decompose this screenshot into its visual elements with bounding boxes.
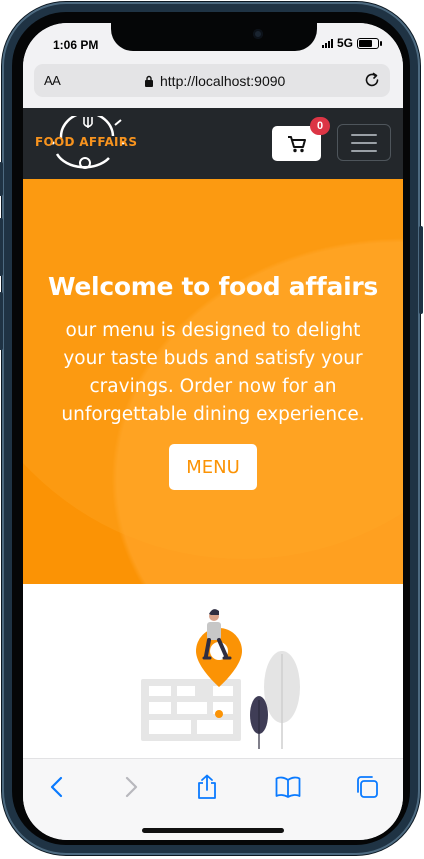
location-illustration [141,609,300,749]
share-button[interactable] [193,773,221,801]
cart-icon [287,135,306,152]
network-label: 5G [336,36,353,50]
volume-down-button [0,292,3,350]
hero-title: Welcome to food affairs [48,272,378,301]
hero-section: Welcome to food affairs our menu is desi… [23,179,403,584]
power-button [419,226,423,314]
hero-subtitle: our menu is designed to delight your tas… [61,320,365,425]
hamburger-icon [351,134,377,136]
home-indicator [142,828,284,833]
mute-switch [0,162,3,196]
brand-name: FOOD AFFAIRS [35,135,138,149]
reload-icon[interactable] [362,70,382,90]
back-icon [50,776,63,798]
status-network-group: 5G [321,36,382,50]
tabs-button[interactable] [353,773,381,801]
bookmarks-button[interactable] [274,773,302,801]
notch [111,23,317,51]
reader-options-button[interactable]: AA [44,73,61,88]
url-text: http://localhost:9090 [160,73,286,89]
illustration-section [23,584,403,758]
battery-icon [357,37,382,49]
status-time: 1:06 PM [53,38,99,52]
web-content: FOOD AFFAIRS 0 Welcome to food affairs o… [23,108,403,758]
bookmarks-icon [275,776,301,798]
brand-logo[interactable]: FOOD AFFAIRS [31,116,141,174]
phone-screen: 1:06 PM 5G AA http://localhost:9090 FOOD… [23,23,403,840]
tabs-icon [357,776,378,798]
lock-icon [145,75,153,87]
forward-icon [125,776,138,798]
forward-button[interactable] [117,773,145,801]
signal-icon [321,38,333,48]
address-bar[interactable]: AA http://localhost:9090 [34,64,390,97]
back-button[interactable] [43,773,71,801]
camera-icon [253,29,263,39]
url-field[interactable]: http://localhost:9090 [144,73,285,89]
share-icon [198,774,216,799]
menu-toggle-button[interactable] [337,124,391,161]
cart-count-badge: 0 [310,117,330,135]
volume-up-button [0,218,3,276]
menu-button[interactable]: MENU [169,444,257,490]
navbar: FOOD AFFAIRS 0 [23,108,403,179]
